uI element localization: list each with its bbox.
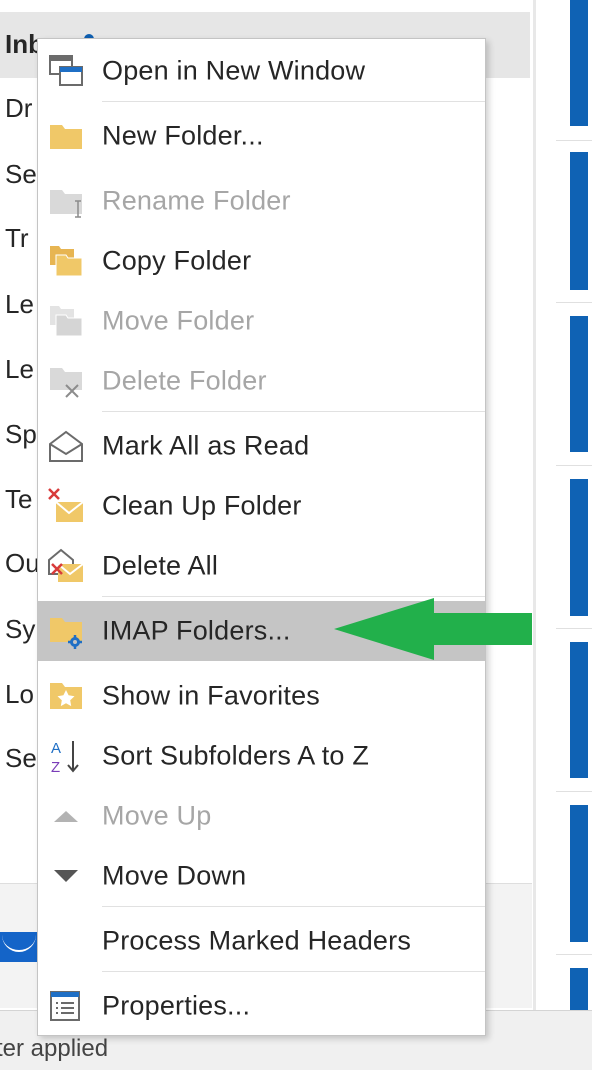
folder-item-label: Le	[5, 289, 34, 319]
folder-item-label: Sp	[5, 419, 37, 449]
menu-item-copy-folder[interactable]: Copy Folder	[38, 231, 485, 291]
menu-item-open-in-new-window[interactable]: Open in New Window	[38, 41, 485, 101]
menu-item-label: IMAP Folders...	[102, 615, 291, 646]
clean-up-icon	[48, 488, 84, 522]
copy-folder-icon	[50, 246, 83, 277]
menu-item-label: New Folder...	[102, 120, 264, 151]
menu-item-label: Mark All as Read	[102, 430, 310, 461]
move-folder-icon	[50, 306, 83, 337]
mark-read-icon	[49, 430, 83, 462]
menu-item-label: Show in Favorites	[102, 680, 320, 711]
menu-item-label: Sort Subfolders A to Z	[102, 740, 370, 771]
menu-item-label: Properties...	[102, 990, 251, 1021]
menu-item-label: Process Marked Headers	[102, 925, 412, 956]
menu-item-properties[interactable]: Properties...	[38, 976, 485, 1036]
menu-separator	[102, 596, 485, 597]
folder-item-label: Se	[5, 159, 37, 189]
mail-icon[interactable]	[0, 932, 38, 962]
message-divider	[556, 302, 592, 303]
menu-item-move-up[interactable]: Move Up	[38, 786, 485, 846]
message-divider	[556, 791, 592, 792]
menu-item-delete-folder[interactable]: Delete Folder	[38, 351, 485, 411]
menu-item-process-marked-headers[interactable]: Process Marked Headers	[38, 911, 485, 971]
new-folder-icon	[50, 125, 82, 149]
folder-item-label: Sy	[5, 614, 36, 644]
folder-item-label: Tr	[5, 223, 29, 253]
folder-context-menu: Open in New Window New Folder... Rename …	[37, 38, 486, 1036]
message-unread-bar[interactable]	[570, 316, 588, 452]
menu-item-label: Delete All	[102, 550, 219, 581]
menu-item-label: Copy Folder	[102, 245, 252, 276]
rename-folder-icon	[50, 190, 82, 218]
svg-text:A: A	[51, 740, 61, 757]
menu-separator	[102, 971, 485, 972]
properties-icon	[50, 991, 80, 1021]
menu-item-label: Move Up	[102, 800, 212, 831]
menu-item-label: Move Down	[102, 860, 247, 891]
folder-item-label: Le	[5, 354, 34, 384]
menu-item-mark-all-as-read[interactable]: Mark All as Read	[38, 416, 485, 476]
open-window-icon	[49, 55, 83, 86]
menu-separator	[102, 101, 485, 102]
menu-separator	[102, 906, 485, 907]
outlook-window: Inb Dr Se Tr Le Le Sp Te Ou Sy Lo Se ter…	[0, 0, 592, 1070]
menu-item-label: Clean Up Folder	[102, 490, 302, 521]
message-unread-bar[interactable]	[570, 0, 588, 126]
menu-item-rename-folder[interactable]: Rename Folder	[38, 171, 485, 231]
message-unread-bar[interactable]	[570, 479, 588, 616]
message-unread-bar[interactable]	[570, 968, 588, 1010]
green-arrow-icon	[334, 598, 532, 660]
favorites-star-icon	[50, 683, 82, 709]
message-unread-bar[interactable]	[570, 642, 588, 778]
message-list	[536, 0, 592, 1010]
message-divider	[556, 465, 592, 466]
delete-folder-icon	[50, 368, 82, 398]
delete-all-icon	[48, 548, 84, 582]
folder-item-label: Lo	[5, 679, 34, 709]
triangle-up-icon	[54, 811, 78, 822]
menu-item-clean-up-folder[interactable]: Clean Up Folder	[38, 476, 485, 536]
menu-item-show-in-favorites[interactable]: Show in Favorites	[38, 666, 485, 726]
menu-item-label: Delete Folder	[102, 365, 267, 396]
folder-item-label: Dr	[5, 93, 33, 123]
svg-text:Z: Z	[51, 759, 60, 774]
message-divider	[556, 140, 592, 141]
menu-item-label: Move Folder	[102, 305, 255, 336]
menu-item-label: Open in New Window	[102, 55, 366, 86]
message-unread-bar[interactable]	[570, 805, 588, 942]
status-text: ter applied	[0, 1035, 109, 1062]
menu-item-move-folder[interactable]: Move Folder	[38, 291, 485, 351]
folder-item-label: Se	[5, 743, 37, 773]
triangle-down-icon	[54, 870, 78, 882]
message-unread-bar[interactable]	[570, 152, 588, 290]
message-divider	[556, 954, 592, 955]
menu-item-sort-subfolders[interactable]: A Z Sort Subfolders A to Z	[38, 726, 485, 786]
menu-item-delete-all[interactable]: Delete All	[38, 536, 485, 596]
message-divider	[556, 628, 592, 629]
imap-folders-icon	[50, 618, 82, 649]
menu-item-move-down[interactable]: Move Down	[38, 846, 485, 906]
menu-item-new-folder[interactable]: New Folder...	[38, 106, 485, 166]
menu-item-label: Rename Folder	[102, 185, 291, 216]
menu-separator	[102, 411, 485, 412]
sort-az-icon: A Z	[51, 740, 79, 774]
folder-item-label: Ou	[5, 548, 40, 578]
folder-item-label: Te	[5, 484, 33, 514]
